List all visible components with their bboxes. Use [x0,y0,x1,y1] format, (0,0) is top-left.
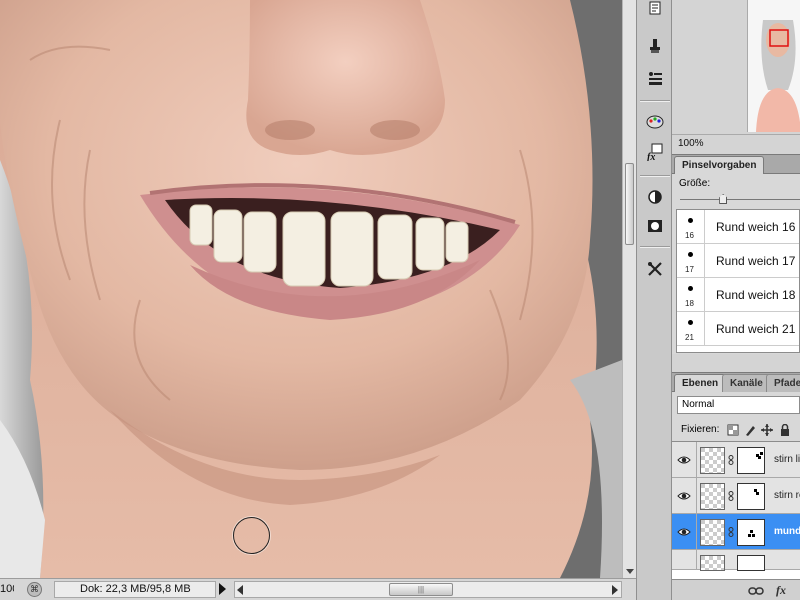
vertical-scroll-thumb[interactable] [625,163,634,245]
status-info-icon[interactable]: ⌘ [27,582,42,597]
actions-icon[interactable] [642,66,668,90]
brush-preset-list[interactable]: 16 Rund weich 16 17 Rund weich 17 18 Rund wei… [676,209,800,353]
brush-presets-tabstrip: Pinselvorgaben [672,155,800,174]
blend-mode-select[interactable]: Normal [677,396,800,414]
layer-name: stirn re [774,490,800,501]
layer-row[interactable]: stirn re [672,478,800,514]
clone-source-icon[interactable] [642,34,668,58]
styles-fx-icon[interactable]: fx [642,140,668,164]
document-canvas[interactable] [0,0,622,578]
brush-tip-icon [688,286,693,291]
navigator-zoom-bar: 100% [672,134,800,152]
brush-size-slider-handle[interactable] [719,194,728,204]
layer-mask-thumbnail [737,447,765,474]
scroll-down-arrow[interactable] [626,569,634,574]
tab-brush-presets[interactable]: Pinselvorgaben [674,156,765,174]
zoom-level[interactable]: 100% [0,583,14,595]
brush-tip-thumbnail: 18 [677,278,705,311]
brush-cursor [233,517,270,554]
brush-preset-item[interactable]: 21 Rund weich 21 [677,312,799,346]
lock-pixels-icon[interactable] [744,424,756,436]
dock-separator [640,246,670,248]
tab-layers[interactable]: Ebenen [674,374,727,392]
color-palette-icon[interactable] [642,110,668,134]
navigator-panel: 100% [672,0,800,152]
status-bar: 100% ⌘ Dok: 22,3 MB/95,8 MB ||| [0,578,636,600]
brush-size-slider[interactable] [680,194,800,204]
horizontal-scrollbar[interactable]: ||| [234,581,622,598]
svg-text:fx: fx [647,152,655,161]
panel-icon-dock: fx [636,0,672,600]
dock-separator [640,100,670,102]
layer-name: mund [774,526,800,537]
layer-row[interactable]: mund [672,514,800,550]
document-size-info: Dok: 22,3 MB/95,8 MB [54,581,216,598]
tool-presets-icon[interactable] [642,257,668,281]
tab-channels[interactable]: Kanäle [722,374,771,392]
brush-preset-name: Rund weich 21 [716,322,796,336]
status-menu-arrow-icon[interactable] [219,583,226,595]
layer-style-fx-icon[interactable]: fx [776,583,786,598]
brush-tip-thumbnail: 16 [677,210,705,243]
layer-row[interactable]: stirn li [672,442,800,478]
brush-preset-name: Rund weich 18 [716,288,796,302]
brush-preset-name: Rund weich 17 [716,254,796,268]
brush-tip-thumbnail: 21 [677,312,705,345]
vertical-scrollbar[interactable] [622,0,636,578]
layer-thumbnail [700,447,725,474]
brush-size-number: 16 [685,231,694,240]
layer-thumbnail [700,483,725,510]
lock-row: Fixieren: [672,420,800,440]
layer-thumbnail [700,555,725,571]
brush-tip-thumbnail: 17 [677,244,705,277]
adjustments-icon[interactable] [642,185,668,209]
brush-tip-icon [688,252,693,257]
brush-size-label: Größe: [679,178,711,189]
layers-panel: Ebenen Kanäle Pfade Normal Fixieren: sti… [672,372,800,600]
tab-paths[interactable]: Pfade [766,374,800,392]
lock-label: Fixieren: [681,424,720,435]
brush-size-number: 17 [685,265,694,274]
right-panels: 100% Pinselvorgaben Größe: 16 Rund weich … [672,0,800,600]
visibility-eye-icon[interactable] [677,453,691,467]
layer-name: stirn li [774,454,800,465]
navigator-thumbnail[interactable] [747,0,800,132]
layers-footer: fx [672,579,800,600]
history-icon[interactable] [642,0,668,20]
horizontal-scroll-thumb[interactable]: ||| [389,583,453,596]
brush-tip-icon [688,218,693,223]
brush-preset-name: Rund weich 16 [716,220,796,234]
visibility-eye-icon[interactable] [677,489,691,503]
layer-mask-thumbnail [737,555,765,571]
layer-mask-link-icon[interactable] [728,455,734,465]
layer-mask-thumbnail [737,483,765,510]
brush-preset-item[interactable]: 17 Rund weich 17 [677,244,799,278]
photoshop-window: 100% ⌘ Dok: 22,3 MB/95,8 MB ||| fx [0,0,800,600]
dock-separator [640,175,670,177]
layer-mask-thumbnail [737,519,765,546]
photo-smile-closeup [0,0,622,578]
layer-mask-link-icon[interactable] [728,527,734,537]
layer-list[interactable]: stirn li stirn re mund [672,441,800,579]
layer-thumbnail [700,519,725,546]
brush-presets-panel: Pinselvorgaben Größe: 16 Rund weich 16 17 R… [672,154,800,354]
layers-tabstrip: Ebenen Kanäle Pfade [672,373,800,392]
visibility-eye-icon[interactable] [677,525,691,539]
brush-size-number: 21 [685,333,694,342]
link-layers-icon[interactable] [748,586,764,596]
brush-tip-icon [688,320,693,325]
navigator-zoom-field[interactable]: 100% [678,137,746,151]
scroll-left-arrow[interactable] [237,585,243,595]
brush-preset-item[interactable]: 18 Rund weich 18 [677,278,799,312]
layer-row-partial[interactable] [672,550,800,571]
layer-mask-link-icon[interactable] [728,491,734,501]
brush-preset-item[interactable]: 16 Rund weich 16 [677,210,799,244]
lock-all-icon[interactable] [779,424,791,436]
brush-size-number: 18 [685,299,694,308]
lock-position-icon[interactable] [761,424,773,436]
scroll-right-arrow[interactable] [612,585,618,595]
lock-transparency-icon[interactable] [727,424,739,436]
masks-icon[interactable] [642,214,668,238]
